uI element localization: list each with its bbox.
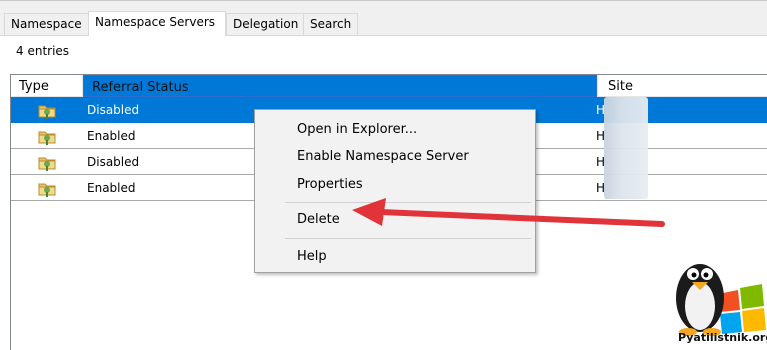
- list-header: Type Referral Status Site: [11, 75, 767, 97]
- tab-search[interactable]: Search: [303, 13, 358, 36]
- tab-strip: Namespace Namespace Servers Delegation S…: [0, 0, 767, 36]
- menu-separator: [285, 238, 531, 239]
- referral-status-cell: Enabled: [87, 129, 136, 143]
- tab-delegation[interactable]: Delegation: [226, 13, 304, 36]
- referral-status-cell: Disabled: [87, 103, 140, 117]
- menu-item-enable-namespace-server[interactable]: Enable Namespace Server: [297, 149, 469, 164]
- column-header-referral-status[interactable]: Referral Status: [83, 75, 597, 97]
- red-arrow-annotation: [352, 198, 665, 227]
- folder-share-icon: [36, 152, 58, 172]
- entries-count: 4 entries: [16, 44, 70, 58]
- referral-status-cell: Enabled: [87, 181, 136, 195]
- menu-item-open-in-explorer[interactable]: Open in Explorer...: [297, 122, 417, 137]
- folder-share-icon: [36, 178, 58, 198]
- watermark-text: Pyatilistnik.org: [678, 331, 767, 344]
- folder-share-icon: [36, 100, 58, 120]
- folder-share-icon: [36, 126, 58, 146]
- menu-item-delete[interactable]: Delete: [297, 212, 340, 227]
- referral-status-cell: Disabled: [87, 155, 140, 169]
- menu-item-properties[interactable]: Properties: [297, 177, 363, 192]
- column-header-site[interactable]: Site: [597, 75, 767, 97]
- context-menu: Open in Explorer... Enable Namespace Ser…: [254, 109, 536, 273]
- tab-namespace-servers[interactable]: Namespace Servers: [88, 11, 226, 36]
- menu-item-help[interactable]: Help: [297, 249, 327, 264]
- redacted-site-blur: [604, 97, 648, 199]
- tab-namespace[interactable]: Namespace: [4, 13, 90, 36]
- column-header-type[interactable]: Type: [11, 75, 83, 97]
